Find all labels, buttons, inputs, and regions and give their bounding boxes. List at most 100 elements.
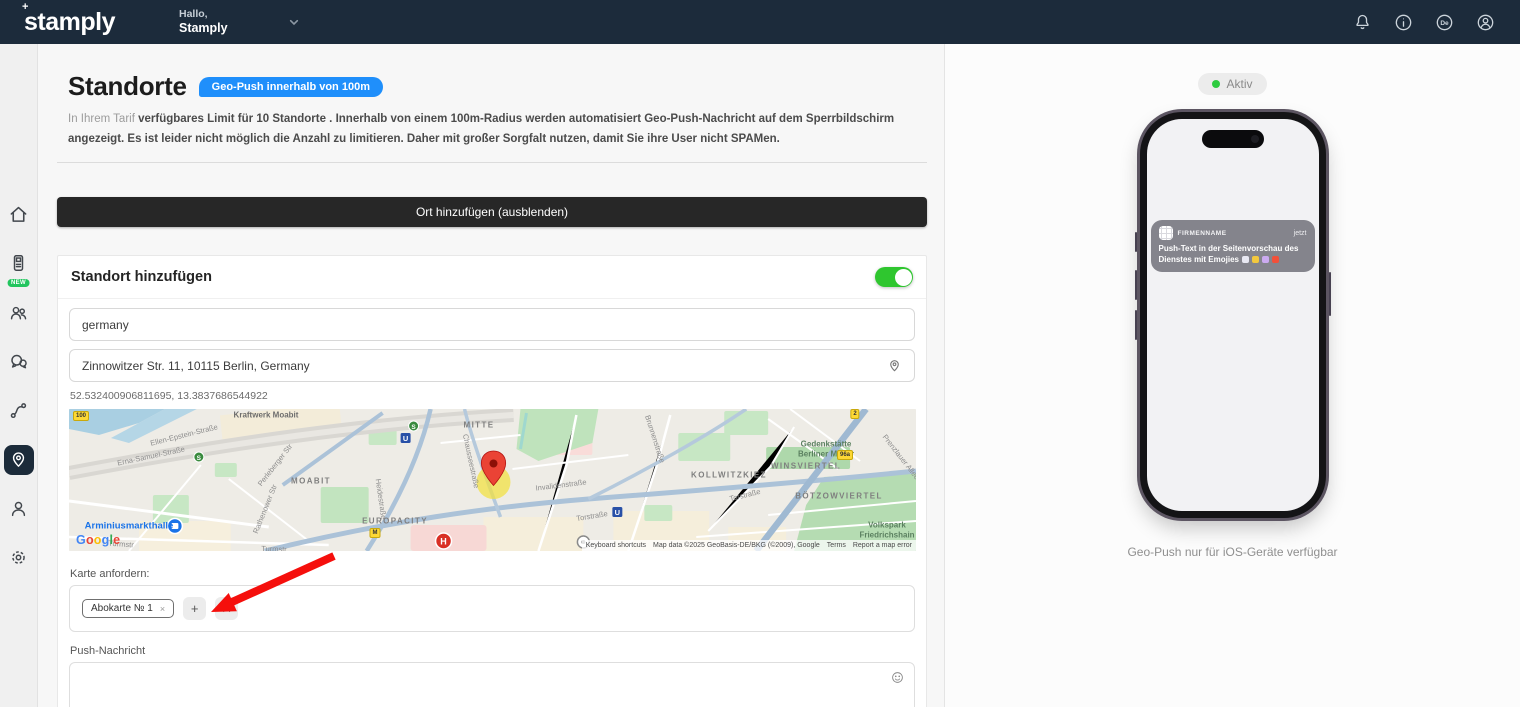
country-input[interactable]: [82, 318, 902, 332]
home-icon: [8, 204, 29, 225]
preview-panel: Aktiv FIRMENNAME jetzt: [945, 44, 1520, 707]
map-label: EUROPACITY: [362, 517, 428, 526]
map-label: WINSVIERTEL: [771, 462, 841, 471]
person-icon: [8, 498, 29, 519]
map-label: Torstraße: [729, 487, 762, 503]
active-dot: [1212, 80, 1220, 88]
page-title: Standorte: [68, 71, 187, 102]
notification-time: jetzt: [1294, 230, 1307, 237]
add-location-collapse-button[interactable]: Ort hinzufügen (ausblenden): [57, 197, 927, 227]
clear-cards-button[interactable]: ✕: [215, 597, 238, 620]
smiley-icon: [891, 671, 904, 684]
map-label: KOLLWITZKIEZ: [691, 471, 767, 480]
terms-link[interactable]: Terms: [827, 542, 846, 549]
sidebar-item-cards[interactable]: NEW: [0, 239, 38, 288]
status-badge: Aktiv: [1198, 73, 1266, 95]
notification-body: Push-Text in der Seitenvorschau des Dien…: [1159, 243, 1307, 265]
sidebar-item-profile[interactable]: [0, 484, 38, 533]
map-label: Turmstr: [261, 544, 287, 551]
map-label: Ellen-Epstein-Straße: [149, 423, 218, 448]
chat-bubbles-icon: [8, 351, 29, 372]
notifications-button[interactable]: [1351, 11, 1373, 33]
card-terminal-icon: [8, 253, 29, 274]
sidebar-nav: NEW: [0, 44, 38, 707]
notification-app-name: FIRMENNAME: [1178, 230, 1227, 237]
sidebar-item-integrations[interactable]: [0, 386, 38, 435]
top-bar: +stamply Hallo, Stamply De: [0, 0, 1520, 44]
map-label: Kraftwerk Moabit: [234, 411, 299, 420]
country-field-wrap: [69, 308, 915, 341]
language-switcher[interactable]: De: [1433, 11, 1455, 33]
emoji-speech-bubble: [1262, 256, 1269, 263]
location-active-toggle[interactable]: [875, 267, 913, 287]
ios-only-caption: Geo-Push nur für iOS-Geräte verfügbar: [1127, 545, 1337, 559]
add-card-button[interactable]: +: [183, 597, 206, 620]
svg-text:De: De: [1440, 20, 1449, 27]
location-pin-icon: [887, 358, 902, 373]
map-label: Arminiusmarkthalle: [85, 521, 174, 532]
sidebar-item-locations[interactable]: [0, 435, 38, 484]
route-icon: [8, 400, 29, 421]
push-message-textarea[interactable]: [70, 663, 914, 707]
app-root: +stamply Hallo, Stamply De: [0, 0, 1520, 707]
phone-power-button: [1329, 272, 1331, 316]
report-map-error-link[interactable]: Report a map error: [853, 542, 912, 549]
gear-icon: [8, 547, 29, 568]
google-logo: Google: [76, 533, 120, 547]
info-button[interactable]: [1392, 11, 1414, 33]
map-label: Chausseestraße: [461, 433, 481, 489]
greeting-name: Stamply: [179, 21, 228, 37]
active-item-square: [4, 445, 34, 475]
selected-card-chip[interactable]: Abokarte № 1 ×: [82, 599, 174, 618]
address-input[interactable]: [82, 359, 887, 373]
card-request-label: Karte anfordern:: [70, 568, 915, 580]
account-dropdown-toggle[interactable]: [286, 14, 302, 30]
add-location-card: Standort hinzufügen 52.532400906811695, …: [57, 255, 927, 707]
bell-icon: [1352, 12, 1373, 33]
intro-main: verfügbares Limit für 10 Standorte . Inn…: [68, 113, 894, 145]
phone-mute-switch: [1135, 232, 1137, 252]
greeting-hello: Hallo,: [179, 8, 228, 21]
card-select-box: Abokarte № 1 × + ✕: [69, 585, 915, 632]
map-route-badge: 2: [850, 409, 859, 419]
emoji-star-struck-face: [1272, 256, 1279, 263]
logo-plus-mark: +: [22, 1, 28, 13]
sidebar-item-home[interactable]: [0, 190, 38, 239]
map-attribution: Keyboard shortcuts Map data ©2025 GeoBas…: [582, 540, 916, 551]
map-image[interactable]: H U U S S Kraftwerk MoabitMIT: [69, 409, 916, 551]
sidebar-item-settings[interactable]: [0, 533, 38, 582]
map-label: Heidestraße: [374, 478, 389, 520]
camera-dot: [1251, 135, 1259, 143]
emoji-eyes: [1242, 256, 1249, 263]
map-data-attribution: Map data ©2025 GeoBasis-DE/BKG (©2009), …: [653, 542, 820, 549]
map-label: MITTE: [464, 421, 495, 430]
push-message-label: Push-Nachricht: [70, 645, 915, 657]
divider: [57, 162, 927, 163]
emoji-credit-card: [1252, 256, 1259, 263]
map-label: MOABIT: [291, 477, 331, 486]
phone-screen: FIRMENNAME jetzt Push-Text in der Seiten…: [1147, 119, 1319, 511]
language-de-icon: De: [1434, 12, 1455, 33]
notification-emojis: [1239, 255, 1279, 264]
keyboard-shortcuts-link[interactable]: Keyboard shortcuts: [586, 542, 646, 549]
emoji-picker-button[interactable]: [891, 671, 904, 689]
chip-remove-icon[interactable]: ×: [160, 604, 165, 614]
notification-app-icon: [1159, 226, 1173, 240]
sidebar-item-customers[interactable]: [0, 288, 38, 337]
phone-volume-up: [1135, 270, 1137, 300]
sidebar-item-messages[interactable]: [0, 337, 38, 386]
map-label: Torstraße: [576, 509, 609, 523]
phone-volume-down: [1135, 310, 1137, 340]
users-icon: [8, 302, 29, 323]
push-message-box: [69, 662, 915, 707]
map-label: Perleberger Str: [256, 442, 294, 488]
user-greeting: Hallo, Stamply: [179, 8, 228, 37]
push-notification-preview: FIRMENNAME jetzt Push-Text in der Seiten…: [1151, 220, 1315, 272]
dynamic-island: [1202, 130, 1264, 148]
address-field-wrap: [69, 349, 915, 382]
account-button[interactable]: [1474, 11, 1496, 33]
map-label: Prenzlauer Allee: [881, 433, 916, 482]
map-route-badge: M: [370, 528, 381, 538]
map-label: Invalidenstraße: [535, 478, 587, 493]
map-label: Rathenower Str: [251, 483, 279, 535]
